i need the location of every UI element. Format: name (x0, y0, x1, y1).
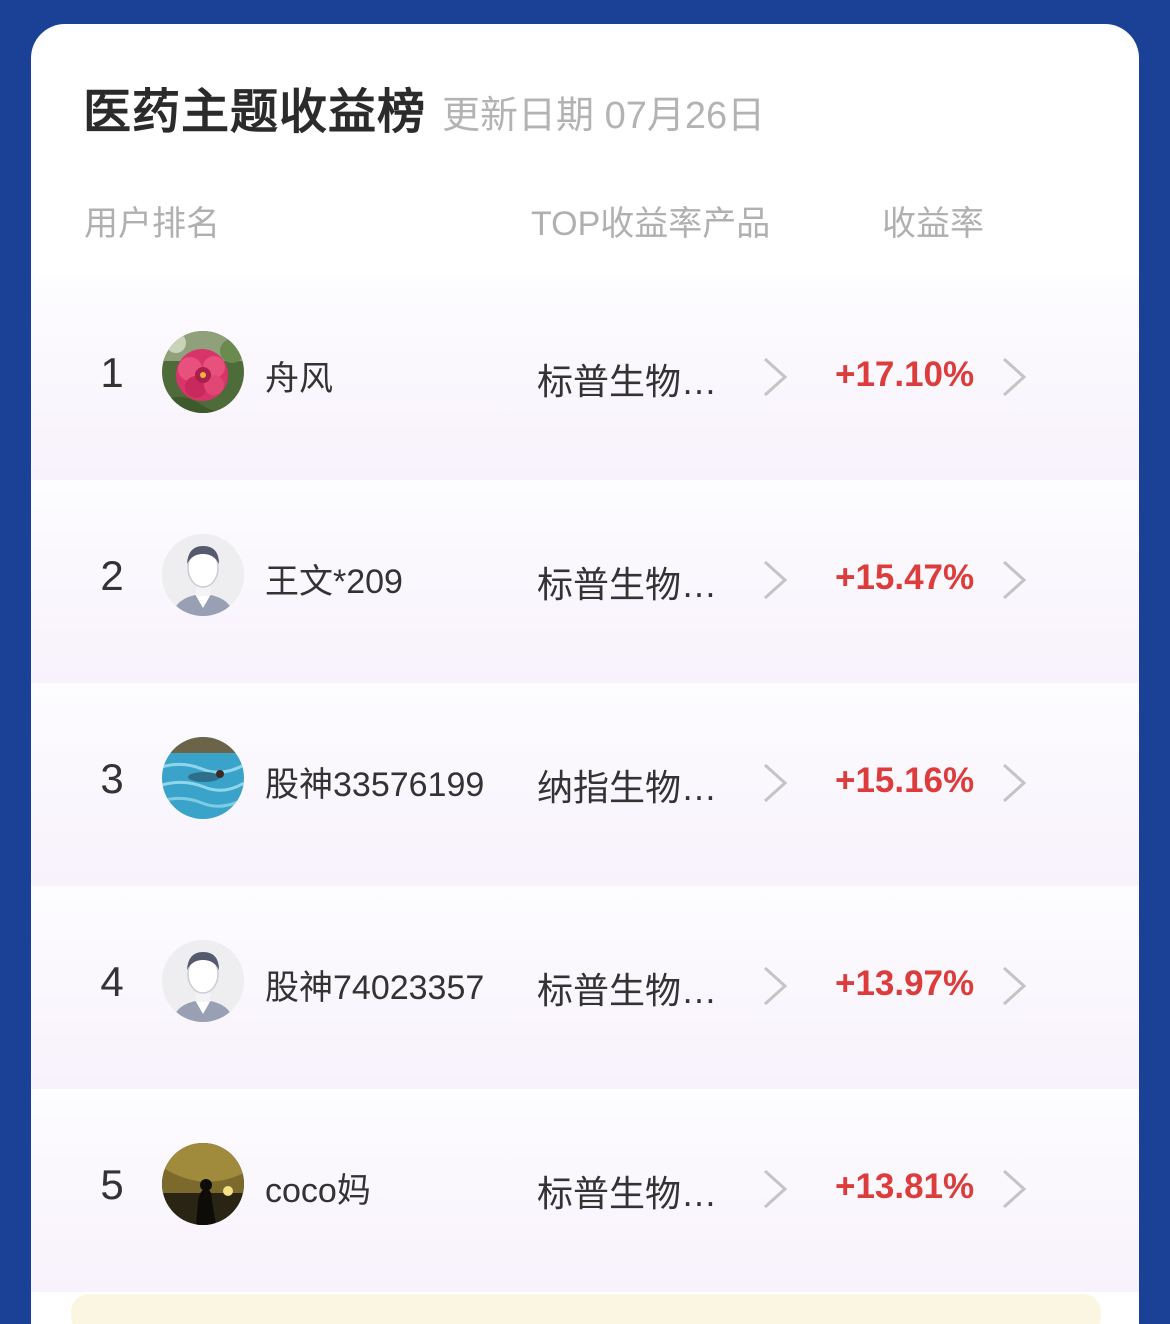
chevron-right-icon[interactable] (996, 964, 1030, 1008)
user-name[interactable]: 王文*209 (265, 554, 403, 603)
yield-value: +17.10% (835, 355, 975, 394)
user-name[interactable]: coco妈 (265, 1163, 371, 1212)
top-product-name[interactable]: 标普生物… (537, 556, 717, 608)
night-silhouette-avatar[interactable] (162, 1143, 244, 1225)
top-product-name[interactable]: 纳指生物… (537, 759, 717, 811)
rank-number: 3 (100, 755, 124, 802)
chevron-right-icon[interactable] (996, 558, 1030, 602)
page-title: 医药主题收益榜 (83, 86, 427, 139)
update-date: 更新日期 07月26日 (442, 95, 766, 137)
default-person-avatar[interactable] (162, 534, 244, 616)
top-product-name[interactable]: 标普生物… (537, 1165, 717, 1217)
chevron-right-icon[interactable] (757, 964, 791, 1008)
user-name[interactable]: 股神33576199 (265, 757, 484, 806)
rank-number: 5 (100, 1161, 124, 1208)
leaderboard-row[interactable]: 2 王文*209 标普生物… +15.47% (31, 480, 1139, 683)
column-header-user-rank: 用户排名 (84, 205, 220, 243)
chevron-right-icon[interactable] (757, 355, 791, 399)
swimming-pool-avatar[interactable] (162, 737, 244, 819)
yield-value: +13.81% (835, 1167, 975, 1206)
user-name[interactable]: 舟风 (265, 351, 333, 400)
chevron-right-icon[interactable] (996, 761, 1030, 805)
top-product-name[interactable]: 标普生物… (537, 353, 717, 405)
chevron-right-icon[interactable] (996, 355, 1030, 399)
chevron-right-icon[interactable] (757, 1167, 791, 1211)
leaderboard-row[interactable]: 4 股神74023357 标普生物… +13.97% (31, 886, 1139, 1089)
rank-number: 4 (100, 958, 124, 1005)
leaderboard-row[interactable]: 3 股神33576199 纳指生物… +15.16% (31, 683, 1139, 886)
leaderboard-card: 医药主题收益榜 更新日期 07月26日 用户排名 TOP收益率产品 收益率 1 (31, 24, 1139, 1324)
title-row: 医药主题收益榜 更新日期 07月26日 (83, 72, 765, 142)
yield-value: +15.47% (835, 558, 975, 597)
yield-value: +15.16% (835, 761, 975, 800)
default-person-avatar[interactable] (162, 940, 244, 1022)
user-name[interactable]: 股神74023357 (265, 960, 484, 1009)
column-header-yield: 收益率 (882, 205, 984, 243)
rank-number: 2 (100, 552, 124, 599)
rank-number: 1 (100, 349, 124, 396)
leaderboard-row[interactable]: 1 舟风 标普生物… +17.10% (31, 277, 1139, 480)
yield-value: +13.97% (835, 964, 975, 1003)
bottom-banner[interactable] (71, 1294, 1101, 1324)
chevron-right-icon[interactable] (757, 761, 791, 805)
leaderboard-row[interactable]: 5 coco妈 标普生物… +13.81% (31, 1089, 1139, 1292)
top-product-name[interactable]: 标普生物… (537, 962, 717, 1014)
chevron-right-icon[interactable] (996, 1167, 1030, 1211)
flower-avatar[interactable] (162, 331, 244, 413)
chevron-right-icon[interactable] (757, 558, 791, 602)
column-header-top-product: TOP收益率产品 (531, 205, 771, 243)
